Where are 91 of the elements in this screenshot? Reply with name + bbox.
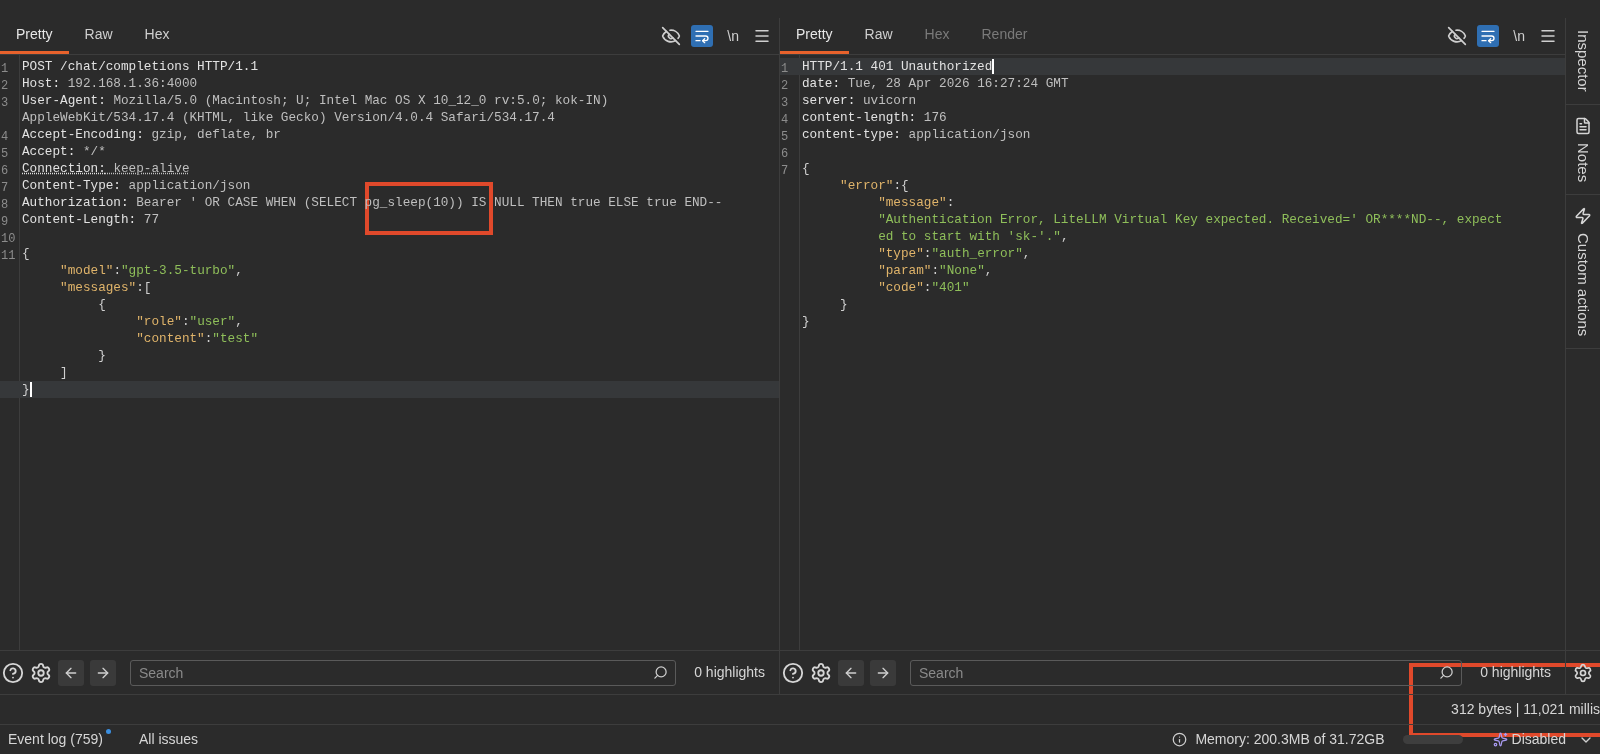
- code-line: Connection: keep-alive: [22, 160, 190, 177]
- code-line: User-Agent: Mozilla/5.0 (Macintosh; U; Intel Mac OS X 10_12_0 rv:5.0; kok-IN): [22, 92, 609, 109]
- memory-usage: Memory: 200.3MB of 31.72GB: [1195, 730, 1385, 749]
- side-panel-tab[interactable]: Notes: [1566, 104, 1600, 195]
- code-line: Accept: */*: [22, 143, 106, 160]
- code-line: POST /chat/completions HTTP/1.1: [22, 58, 259, 75]
- back-button[interactable]: [838, 659, 864, 686]
- code-line: "type":"auth_error",: [877, 245, 1031, 262]
- settings-icon[interactable]: [810, 661, 832, 684]
- line-number: 4: [781, 112, 789, 127]
- code-line: "role":"user",: [135, 313, 243, 330]
- code-line: content-length: 176: [802, 109, 947, 126]
- code-line: Host: 192.168.1.36:4000: [22, 75, 198, 92]
- code-line: {: [802, 160, 810, 177]
- search-icon[interactable]: [653, 664, 669, 680]
- line-number: 1: [781, 61, 789, 76]
- newline-toggle[interactable]: \n: [723, 25, 743, 47]
- line-number: 6: [1, 163, 9, 178]
- code-line: Content-Length: 77: [22, 211, 160, 228]
- code-line: }: [97, 347, 106, 364]
- forward-button[interactable]: [870, 659, 896, 686]
- code-line: date: Tue, 28 Apr 2026 16:27:24 GMT: [802, 75, 1069, 92]
- event-log-tab[interactable]: Event log (759): [8, 729, 103, 750]
- code-line: Content-Type: application/json: [22, 177, 251, 194]
- search-icon[interactable]: [1439, 664, 1455, 680]
- code-line: Accept-Encoding: gzip, deflate, br: [22, 126, 281, 143]
- wrap-icon: [1480, 28, 1497, 44]
- view-tab[interactable]: Hex: [128, 18, 186, 54]
- line-number: 5: [1, 146, 9, 161]
- code-line: HTTP/1.1 401 Unauthorized: [802, 58, 995, 75]
- wrap-toggle[interactable]: [1477, 25, 1500, 47]
- sparkle-icon: [1492, 732, 1508, 747]
- line-number: 4: [1, 129, 9, 144]
- code-line: }: [802, 313, 810, 330]
- all-issues-tab[interactable]: All issues: [138, 729, 199, 750]
- line-number: 5: [781, 129, 789, 144]
- view-tab[interactable]: Raw: [848, 18, 909, 54]
- code-line: {: [97, 296, 106, 313]
- code-line: server: uvicorn: [802, 92, 917, 109]
- code-line: "error":{: [839, 177, 909, 194]
- response-stats: 312 bytes | 11,021 millis: [1451, 700, 1600, 719]
- document-icon: [1574, 116, 1592, 135]
- lightning-icon: [1574, 206, 1592, 225]
- hide-icon[interactable]: [1447, 26, 1468, 46]
- search-field[interactable]: Search: [910, 659, 1463, 686]
- search-field[interactable]: Search: [130, 659, 677, 686]
- side-panel-tab[interactable]: Custom actions: [1566, 194, 1600, 350]
- line-number: 1: [1, 61, 9, 76]
- line-number: 3: [1, 95, 9, 110]
- newline-toggle[interactable]: \n: [1509, 25, 1529, 47]
- code-line: ]: [59, 364, 68, 381]
- code-line: }: [839, 296, 848, 313]
- line-number: 2: [1, 78, 9, 93]
- highlights-count: 0 highlights: [693, 663, 766, 682]
- line-number: 9: [1, 214, 9, 229]
- highlights-count: 0 highlights: [1479, 663, 1552, 682]
- wrap-icon: [694, 28, 711, 44]
- line-number: 8: [1, 197, 9, 212]
- code-line: "param":"None",: [877, 262, 993, 279]
- code-line: {: [22, 245, 30, 262]
- code-line: "model":"gpt-3.5-turbo",: [59, 262, 243, 279]
- info-icon: [1172, 732, 1188, 747]
- code-line: "message":: [877, 194, 955, 211]
- code-line: "Authentication Error, LiteLLM Virtual Key expected. Received=' OR****ND--, expect: [877, 211, 1503, 228]
- code-line: }: [22, 381, 32, 398]
- code-line: AppleWebKit/534.17.4 (KHTML, like Gecko) Version/4.0.4 Safari/534.17.4: [22, 109, 555, 126]
- settings-icon[interactable]: [30, 661, 52, 684]
- line-number: 10: [1, 231, 16, 246]
- line-number: 11: [1, 248, 16, 263]
- memory-bar: [1402, 735, 1463, 744]
- menu-icon[interactable]: [1539, 27, 1557, 45]
- line-number: 3: [781, 95, 789, 110]
- view-tab[interactable]: Raw: [68, 18, 129, 54]
- code-line: "content":"test": [135, 330, 259, 347]
- code-line: content-type: application/json: [802, 126, 1031, 143]
- forward-button[interactable]: [90, 659, 116, 686]
- hide-icon[interactable]: [661, 26, 682, 46]
- line-number: 2: [781, 78, 789, 93]
- code-line: ed to start with 'sk-'.",: [877, 228, 1069, 245]
- back-button[interactable]: [58, 659, 84, 686]
- code-line: "code":"401": [877, 279, 970, 296]
- wrap-toggle[interactable]: [691, 25, 714, 47]
- help-icon[interactable]: [2, 661, 24, 684]
- side-panel-tab[interactable]: Inspector: [1566, 18, 1600, 105]
- line-number: 6: [781, 146, 789, 161]
- line-number: 7: [781, 163, 789, 178]
- code-line: "messages":[: [59, 279, 152, 296]
- menu-icon[interactable]: [753, 27, 771, 45]
- line-number: 7: [1, 180, 9, 195]
- help-icon[interactable]: [782, 661, 804, 684]
- settings-icon[interactable]: [1573, 662, 1593, 683]
